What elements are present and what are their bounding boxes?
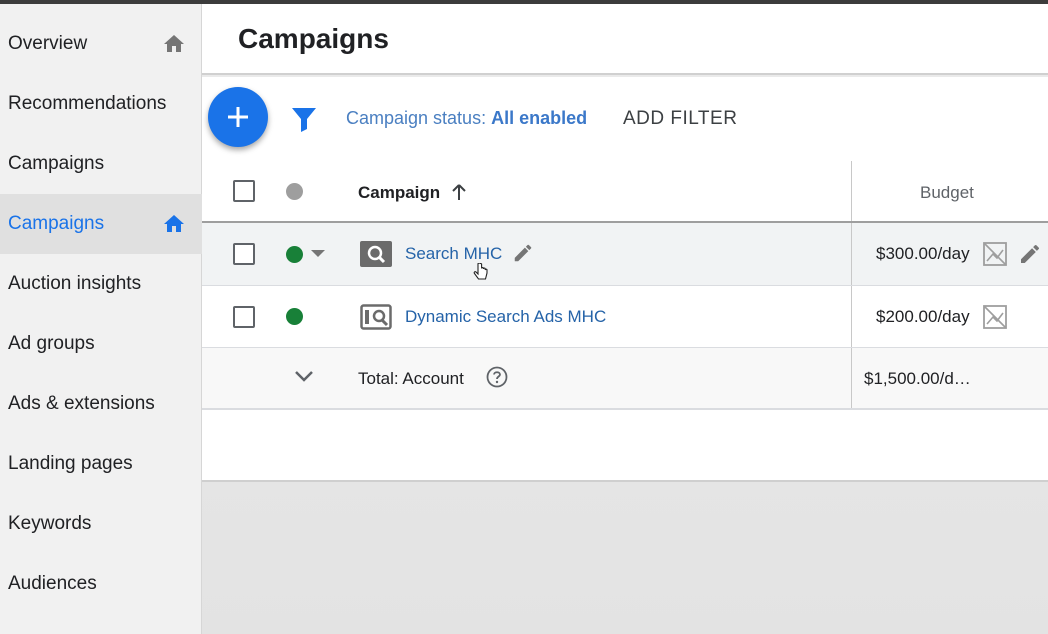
campaign-column-header[interactable]: Campaign xyxy=(358,183,440,203)
home-icon xyxy=(162,212,186,236)
sidebar-item-label: Campaigns xyxy=(8,213,105,234)
row-checkbox[interactable] xyxy=(233,306,255,328)
add-campaign-button[interactable] xyxy=(208,87,268,147)
select-all-checkbox[interactable] xyxy=(233,180,255,202)
budget-value: $200.00/day xyxy=(876,307,970,326)
budget-chart-icon[interactable] xyxy=(982,241,1008,267)
campaign-link-search-mhc[interactable]: Search MHC xyxy=(405,244,502,264)
sidebar-item-label: Ad groups xyxy=(8,333,95,354)
home-icon xyxy=(162,32,186,56)
sidebar-item-keywords[interactable]: Keywords xyxy=(0,494,202,554)
table-row: Dynamic Search Ads MHC $200.00/day xyxy=(202,286,1048,348)
column-divider xyxy=(851,161,852,221)
status-column-icon[interactable] xyxy=(286,183,303,200)
budget-chart-icon[interactable] xyxy=(982,304,1008,330)
total-account-label: Total: Account xyxy=(358,369,464,388)
total-budget-value: $1,500.00/d… xyxy=(864,369,971,388)
sidebar-item-audiences[interactable]: Audiences xyxy=(0,554,202,614)
campaign-link-dynamic-search-ads-mhc[interactable]: Dynamic Search Ads MHC xyxy=(405,307,606,327)
sort-ascending-icon[interactable] xyxy=(450,183,468,201)
edit-budget-icon[interactable] xyxy=(1018,242,1042,266)
sidebar-nav: Overview Recommendations Campaigns Campa… xyxy=(0,4,202,634)
table-total-row: Total: Account $1,500.00/d… xyxy=(202,348,1048,410)
expand-chevron-down-icon[interactable] xyxy=(294,370,314,384)
sidebar-item-campaigns[interactable]: Campaigns xyxy=(0,194,202,254)
sidebar-item-landing-pages[interactable]: Landing pages xyxy=(0,434,202,494)
mouse-pointer-hand-icon xyxy=(473,263,489,283)
dynamic-search-ads-icon xyxy=(360,304,392,330)
sidebar-item-label: Audiences xyxy=(8,573,97,594)
budget-column-header[interactable]: Budget xyxy=(920,183,974,203)
sidebar-item-label: Ads & extensions xyxy=(8,393,155,414)
table-header-row: Campaign Budget xyxy=(202,161,1048,223)
sidebar-item-label: Keywords xyxy=(8,513,92,534)
campaigns-panel: Campaign status: All enabled ADD FILTER … xyxy=(202,77,1048,482)
sidebar-item-auction-insights[interactable]: Auction insights xyxy=(0,254,202,314)
plus-icon xyxy=(228,107,248,127)
table-row: Search MHC $300.00/day xyxy=(202,223,1048,286)
row-checkbox[interactable] xyxy=(233,243,255,265)
edit-campaign-name-icon[interactable] xyxy=(512,242,534,264)
filter-value: All enabled xyxy=(491,108,588,128)
sidebar-item-campaigns-group[interactable]: Campaigns xyxy=(0,134,202,194)
sidebar-item-label: Landing pages xyxy=(8,453,133,474)
search-campaign-icon xyxy=(360,241,392,267)
page-header: Campaigns xyxy=(202,4,1048,75)
main-content: Campaigns Campaign status: All enabled A… xyxy=(202,4,1048,634)
status-enabled-dot[interactable] xyxy=(286,308,303,325)
column-header-label: Campaign xyxy=(358,183,441,202)
sidebar-item-overview[interactable]: Overview xyxy=(0,14,202,74)
sidebar-item-label: Recommendations xyxy=(8,93,167,114)
help-icon[interactable] xyxy=(486,366,508,388)
add-filter-button[interactable]: ADD FILTER xyxy=(623,108,737,130)
filter-label: Campaign status: xyxy=(346,108,492,128)
column-divider xyxy=(851,348,852,408)
sidebar-item-ads-extensions[interactable]: Ads & extensions xyxy=(0,374,202,434)
status-enabled-dot[interactable] xyxy=(286,246,303,263)
page-title: Campaigns xyxy=(238,23,389,54)
filter-icon[interactable] xyxy=(290,105,318,133)
column-divider xyxy=(851,223,852,285)
sidebar-item-recommendations[interactable]: Recommendations xyxy=(0,74,202,134)
sidebar-item-label: Campaigns xyxy=(8,153,105,174)
sidebar-item-label: Overview xyxy=(8,33,88,54)
sidebar-item-ad-groups[interactable]: Ad groups xyxy=(0,314,202,374)
budget-value: $300.00/day xyxy=(876,244,970,263)
column-divider xyxy=(851,286,852,347)
sidebar-item-label: Auction insights xyxy=(8,273,142,294)
status-dropdown-icon[interactable] xyxy=(310,249,326,259)
campaign-status-filter-chip[interactable]: Campaign status: All enabled xyxy=(346,108,587,129)
